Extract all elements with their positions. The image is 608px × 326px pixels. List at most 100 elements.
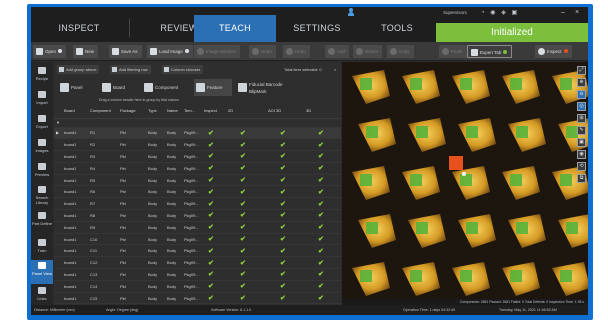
tab-inspect[interactable]: INSPECT — [31, 15, 127, 42]
check-icon[interactable]: ✔ — [304, 174, 341, 187]
add-filtering-row-button[interactable]: Add filtering row — [110, 65, 151, 74]
check-icon[interactable]: ✔ — [202, 244, 226, 258]
check-icon[interactable]: ✔ — [226, 197, 266, 211]
table-cell-board[interactable]: board1 — [62, 244, 88, 258]
check-icon[interactable]: ✔ — [202, 256, 226, 270]
table-cell-package[interactable]: Pkt — [118, 221, 146, 234]
table-row[interactable]: board1 C13 Pkt Body Body Pkg09... ✔ ✔ ✔ ✔ — [54, 268, 341, 281]
table-cell-board[interactable]: board1 — [62, 292, 88, 305]
sidebar-item-export[interactable]: Export — [31, 112, 53, 135]
table-cell-type[interactable]: Body — [146, 280, 165, 293]
check-icon[interactable]: ✔ — [266, 127, 304, 140]
inspection-window[interactable] — [560, 270, 572, 282]
table-cell-name[interactable]: Body — [165, 138, 182, 152]
check-icon[interactable]: ✔ — [266, 138, 304, 152]
table-row[interactable]: board1 R9 Pkt Body Body Pkg09... ✔ ✔ ✔ ✔ — [54, 221, 341, 234]
check-icon[interactable]: ✔ — [304, 233, 341, 246]
check-icon[interactable]: ✔ — [266, 256, 304, 270]
tab-board[interactable]: Board — [100, 79, 138, 96]
inspection-window[interactable] — [416, 126, 428, 138]
table-cell-component[interactable]: R8 — [88, 209, 118, 222]
column-header-inspect[interactable]: Inspect — [202, 104, 226, 119]
table-cell-board[interactable]: board1 — [62, 256, 88, 270]
table-row[interactable]: board1 C12 Pkt Body Body Pkg09... ✔ ✔ ✔ ✔ — [54, 256, 341, 270]
filter-cell[interactable] — [88, 118, 118, 128]
rotate-icon[interactable]: ⟲ — [577, 162, 586, 171]
table-cell-type[interactable]: Body — [146, 185, 165, 199]
inspection-window[interactable] — [510, 270, 522, 282]
check-icon[interactable]: ✔ — [304, 244, 341, 258]
table-row[interactable]: board1 R8 Pkt Body Body Pkg09... ✔ ✔ ✔ ✔ — [54, 209, 341, 222]
check-icon[interactable]: ✔ — [304, 138, 341, 152]
check-icon[interactable]: ✔ — [266, 150, 304, 163]
inspection-window[interactable] — [416, 222, 428, 234]
sidebar-item-recipe[interactable]: Recipe — [31, 64, 53, 87]
paste-button[interactable]: Paste — [439, 45, 467, 58]
table-cell-package[interactable]: Pkt — [118, 197, 146, 211]
table-cell-board[interactable]: board1 — [62, 280, 88, 293]
table-cell-package[interactable]: Pkt — [118, 127, 146, 140]
sidebar-item-search-library[interactable]: Search Library — [31, 184, 53, 209]
column-chooser-button[interactable]: Column chooser — [162, 65, 204, 74]
check-icon[interactable]: ✔ — [304, 221, 341, 234]
table-cell-package[interactable]: Pkt — [118, 209, 146, 222]
table-cell-package[interactable]: Pkt — [118, 292, 146, 305]
tab-teach[interactable]: TEACH — [194, 15, 276, 42]
check-icon[interactable]: ✔ — [266, 185, 304, 199]
check-icon[interactable]: ✔ — [226, 185, 266, 199]
table-cell-type[interactable]: Body — [146, 244, 165, 258]
table-cell-component[interactable]: C11 — [88, 244, 118, 258]
tab-panel[interactable]: Panel — [58, 79, 96, 96]
table-cell-name[interactable]: Body — [165, 221, 182, 234]
check-icon[interactable]: ✔ — [226, 244, 266, 258]
table-cell-board[interactable]: board1 — [62, 233, 88, 246]
inspection-window[interactable] — [510, 174, 522, 186]
filter-cell[interactable] — [62, 118, 88, 128]
edit-icon[interactable]: ✎ — [577, 126, 586, 135]
filter-cell[interactable] — [182, 118, 202, 128]
table-cell-name[interactable]: Body — [165, 280, 182, 293]
check-icon[interactable]: ✔ — [226, 280, 266, 293]
inspection-window[interactable] — [516, 222, 528, 234]
table-cell-board[interactable]: board1 — [62, 221, 88, 234]
inspect-button[interactable]: Inspect — [535, 45, 572, 58]
table-cell-package[interactable]: Pkt — [118, 280, 146, 293]
table-cell-name[interactable]: Body — [165, 256, 182, 270]
table-cell-name[interactable]: Body — [165, 150, 182, 163]
check-icon[interactable]: ✔ — [304, 162, 341, 175]
copy-button[interactable]: Copy — [387, 45, 414, 58]
inspection-window[interactable] — [366, 222, 378, 234]
tab-feature[interactable]: Feature — [194, 79, 232, 96]
check-icon[interactable]: ✔ — [202, 209, 226, 222]
check-icon[interactable]: ✔ — [226, 268, 266, 281]
column-header-2d[interactable]: 2D — [226, 104, 266, 119]
check-icon[interactable]: ✔ — [226, 162, 266, 175]
check-icon[interactable]: ✔ — [266, 244, 304, 258]
table-cell-tem[interactable]: Pkg09... — [182, 244, 202, 258]
table-cell-component[interactable]: R1 — [88, 127, 118, 140]
table-row[interactable]: board1 C11 Pkt Body Body Pkg09... ✔ ✔ ✔ ✔ — [54, 244, 341, 258]
filter-cell[interactable] — [304, 118, 341, 128]
check-icon[interactable]: ✔ — [266, 174, 304, 187]
table-cell-type[interactable]: Body — [146, 174, 165, 187]
table-cell-name[interactable]: Body — [165, 185, 182, 199]
check-icon[interactable]: ✔ — [266, 233, 304, 246]
sidebar-item-images[interactable]: Images — [31, 136, 53, 159]
inspection-window[interactable] — [460, 174, 472, 186]
table-cell-package[interactable]: Pkt — [118, 185, 146, 199]
check-icon[interactable]: ✔ — [304, 256, 341, 270]
inspection-window[interactable] — [460, 78, 472, 90]
check-icon[interactable]: ✔ — [202, 150, 226, 163]
close-icon[interactable]: × — [334, 67, 336, 72]
filter-cell[interactable] — [165, 118, 182, 128]
table-cell-tem[interactable]: Pkg09... — [182, 127, 202, 140]
selected-feature-marker[interactable] — [449, 156, 463, 170]
table-row[interactable]: board1 R7 Pkt Body Body Pkg09... ✔ ✔ ✔ ✔ — [54, 197, 341, 211]
table-row[interactable]: board1 C15 Pkt Body Body Pkg09... ✔ ✔ ✔ ✔ — [54, 292, 341, 305]
table-cell-type[interactable]: Body — [146, 256, 165, 270]
inspection-window[interactable] — [510, 78, 522, 90]
column-header-name[interactable]: Name — [165, 104, 182, 119]
camera-icon[interactable]: ◉ — [577, 150, 586, 159]
check-icon[interactable]: ✔ — [226, 256, 266, 270]
check-icon[interactable]: ✔ — [266, 221, 304, 234]
